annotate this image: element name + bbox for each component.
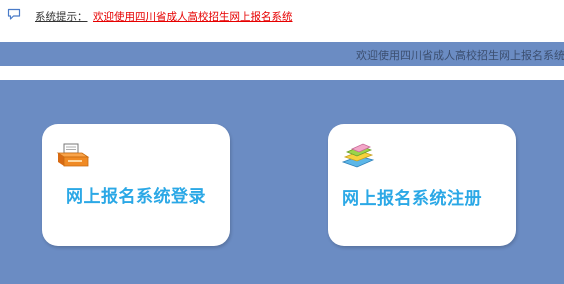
divider-strip <box>0 66 564 80</box>
login-card-button[interactable]: 网上报名系统登录 <box>42 124 230 246</box>
notice-label: 系统提示： <box>35 11 88 23</box>
notice-message-link[interactable]: 欢迎使用四川省成人高校招生网上报名系统 <box>93 9 293 24</box>
marquee-text: 欢迎使用四川省成人高校招生网上报名系统 <box>356 49 564 62</box>
main-area: 网上报名系统登录 网上报名系统注册 <box>0 80 564 284</box>
register-card-label: 网上报名系统注册 <box>342 189 482 209</box>
login-card-label: 网上报名系统登录 <box>66 187 206 207</box>
speech-bubble-icon <box>7 8 21 20</box>
scrolling-marquee: 欢迎使用四川省成人高校招生网上报名系统 <box>0 42 564 66</box>
printer-icon <box>56 143 90 167</box>
register-card-button[interactable]: 网上报名系统注册 <box>328 124 516 246</box>
books-icon <box>341 143 375 168</box>
system-notice-bar: 系统提示： 欢迎使用四川省成人高校招生网上报名系统 <box>0 0 564 34</box>
